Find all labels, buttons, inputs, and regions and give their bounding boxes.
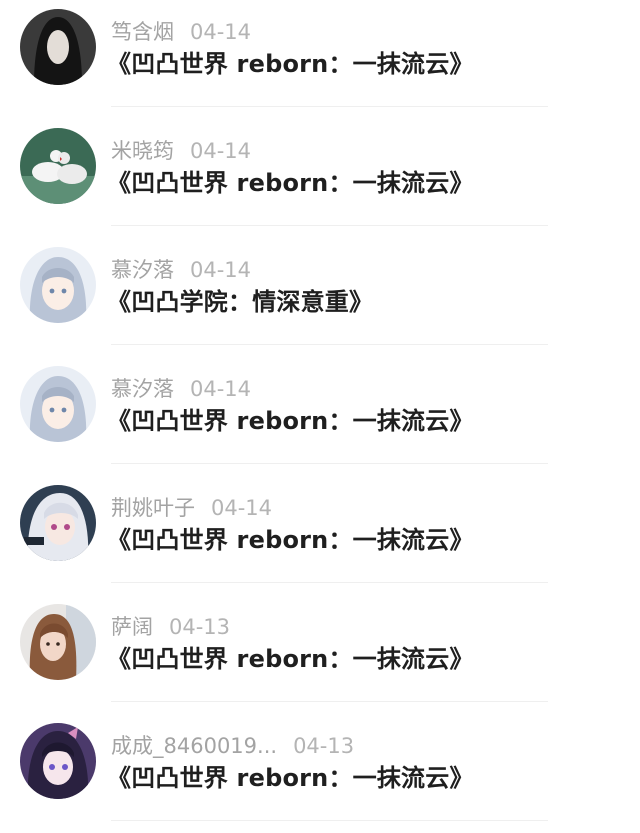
post-date: 04-14 bbox=[211, 496, 273, 520]
username[interactable]: 慕汐落 bbox=[111, 377, 174, 401]
avatar[interactable] bbox=[20, 485, 96, 561]
post-date: 04-13 bbox=[169, 615, 231, 639]
list-item[interactable]: 成成_8460019... 04-13 《凹凸世界 reborn：一抹流云》 bbox=[0, 714, 640, 833]
list-item[interactable]: 米晓筠 04-14 《凹凸世界 reborn：一抹流云》 bbox=[0, 119, 640, 238]
item-title[interactable]: 《凹凸世界 reborn：一抹流云》 bbox=[107, 758, 474, 793]
divider bbox=[111, 582, 548, 583]
username[interactable]: 笃含烟 bbox=[111, 20, 174, 44]
post-date: 04-14 bbox=[190, 258, 252, 282]
divider bbox=[111, 820, 548, 821]
list-item[interactable]: 慕汐落 04-14 《凹凸世界 reborn：一抹流云》 bbox=[0, 357, 640, 476]
avatar[interactable] bbox=[20, 723, 96, 799]
post-date: 04-14 bbox=[190, 20, 252, 44]
list-item[interactable]: 笃含烟 04-14 《凹凸世界 reborn：一抹流云》 bbox=[0, 0, 640, 119]
anime-purple-avatar-icon bbox=[20, 723, 96, 799]
divider bbox=[111, 106, 548, 107]
avatar[interactable] bbox=[20, 366, 96, 442]
dark-haired-avatar-icon bbox=[20, 9, 96, 85]
username[interactable]: 成成_8460019... bbox=[111, 734, 277, 758]
anime-girl-avatar-icon bbox=[20, 366, 96, 442]
avatar[interactable] bbox=[20, 247, 96, 323]
white-doves-avatar-icon bbox=[20, 128, 96, 204]
anime-girl-avatar-icon bbox=[20, 247, 96, 323]
post-date: 04-14 bbox=[190, 139, 252, 163]
item-title[interactable]: 《凹凸世界 reborn：一抹流云》 bbox=[107, 163, 474, 198]
item-title[interactable]: 《凹凸世界 reborn：一抹流云》 bbox=[107, 44, 474, 79]
divider bbox=[111, 701, 548, 702]
item-title[interactable]: 《凹凸世界 reborn：一抹流云》 bbox=[107, 401, 474, 436]
post-date: 04-13 bbox=[293, 734, 355, 758]
anime-character-avatar-icon bbox=[20, 485, 96, 561]
list-item[interactable]: 荆姚叶子 04-14 《凹凸世界 reborn：一抹流云》 bbox=[0, 476, 640, 595]
avatar[interactable] bbox=[20, 128, 96, 204]
avatar[interactable] bbox=[20, 604, 96, 680]
username[interactable]: 慕汐落 bbox=[111, 258, 174, 282]
avatar[interactable] bbox=[20, 9, 96, 85]
item-title[interactable]: 《凹凸世界 reborn：一抹流云》 bbox=[107, 520, 474, 555]
item-title[interactable]: 《凹凸世界 reborn：一抹流云》 bbox=[107, 639, 474, 674]
divider bbox=[111, 344, 548, 345]
photo-girl-avatar-icon bbox=[20, 604, 96, 680]
list-item[interactable]: 慕汐落 04-14 《凹凸学院：情深意重》 bbox=[0, 238, 640, 357]
divider bbox=[111, 225, 548, 226]
divider bbox=[111, 463, 548, 464]
item-title[interactable]: 《凹凸学院：情深意重》 bbox=[107, 282, 373, 317]
username[interactable]: 米晓筠 bbox=[111, 139, 174, 163]
list-item[interactable]: 萨阔 04-13 《凹凸世界 reborn：一抹流云》 bbox=[0, 595, 640, 714]
username[interactable]: 萨阔 bbox=[111, 615, 153, 639]
post-date: 04-14 bbox=[190, 377, 252, 401]
username[interactable]: 荆姚叶子 bbox=[111, 496, 195, 520]
